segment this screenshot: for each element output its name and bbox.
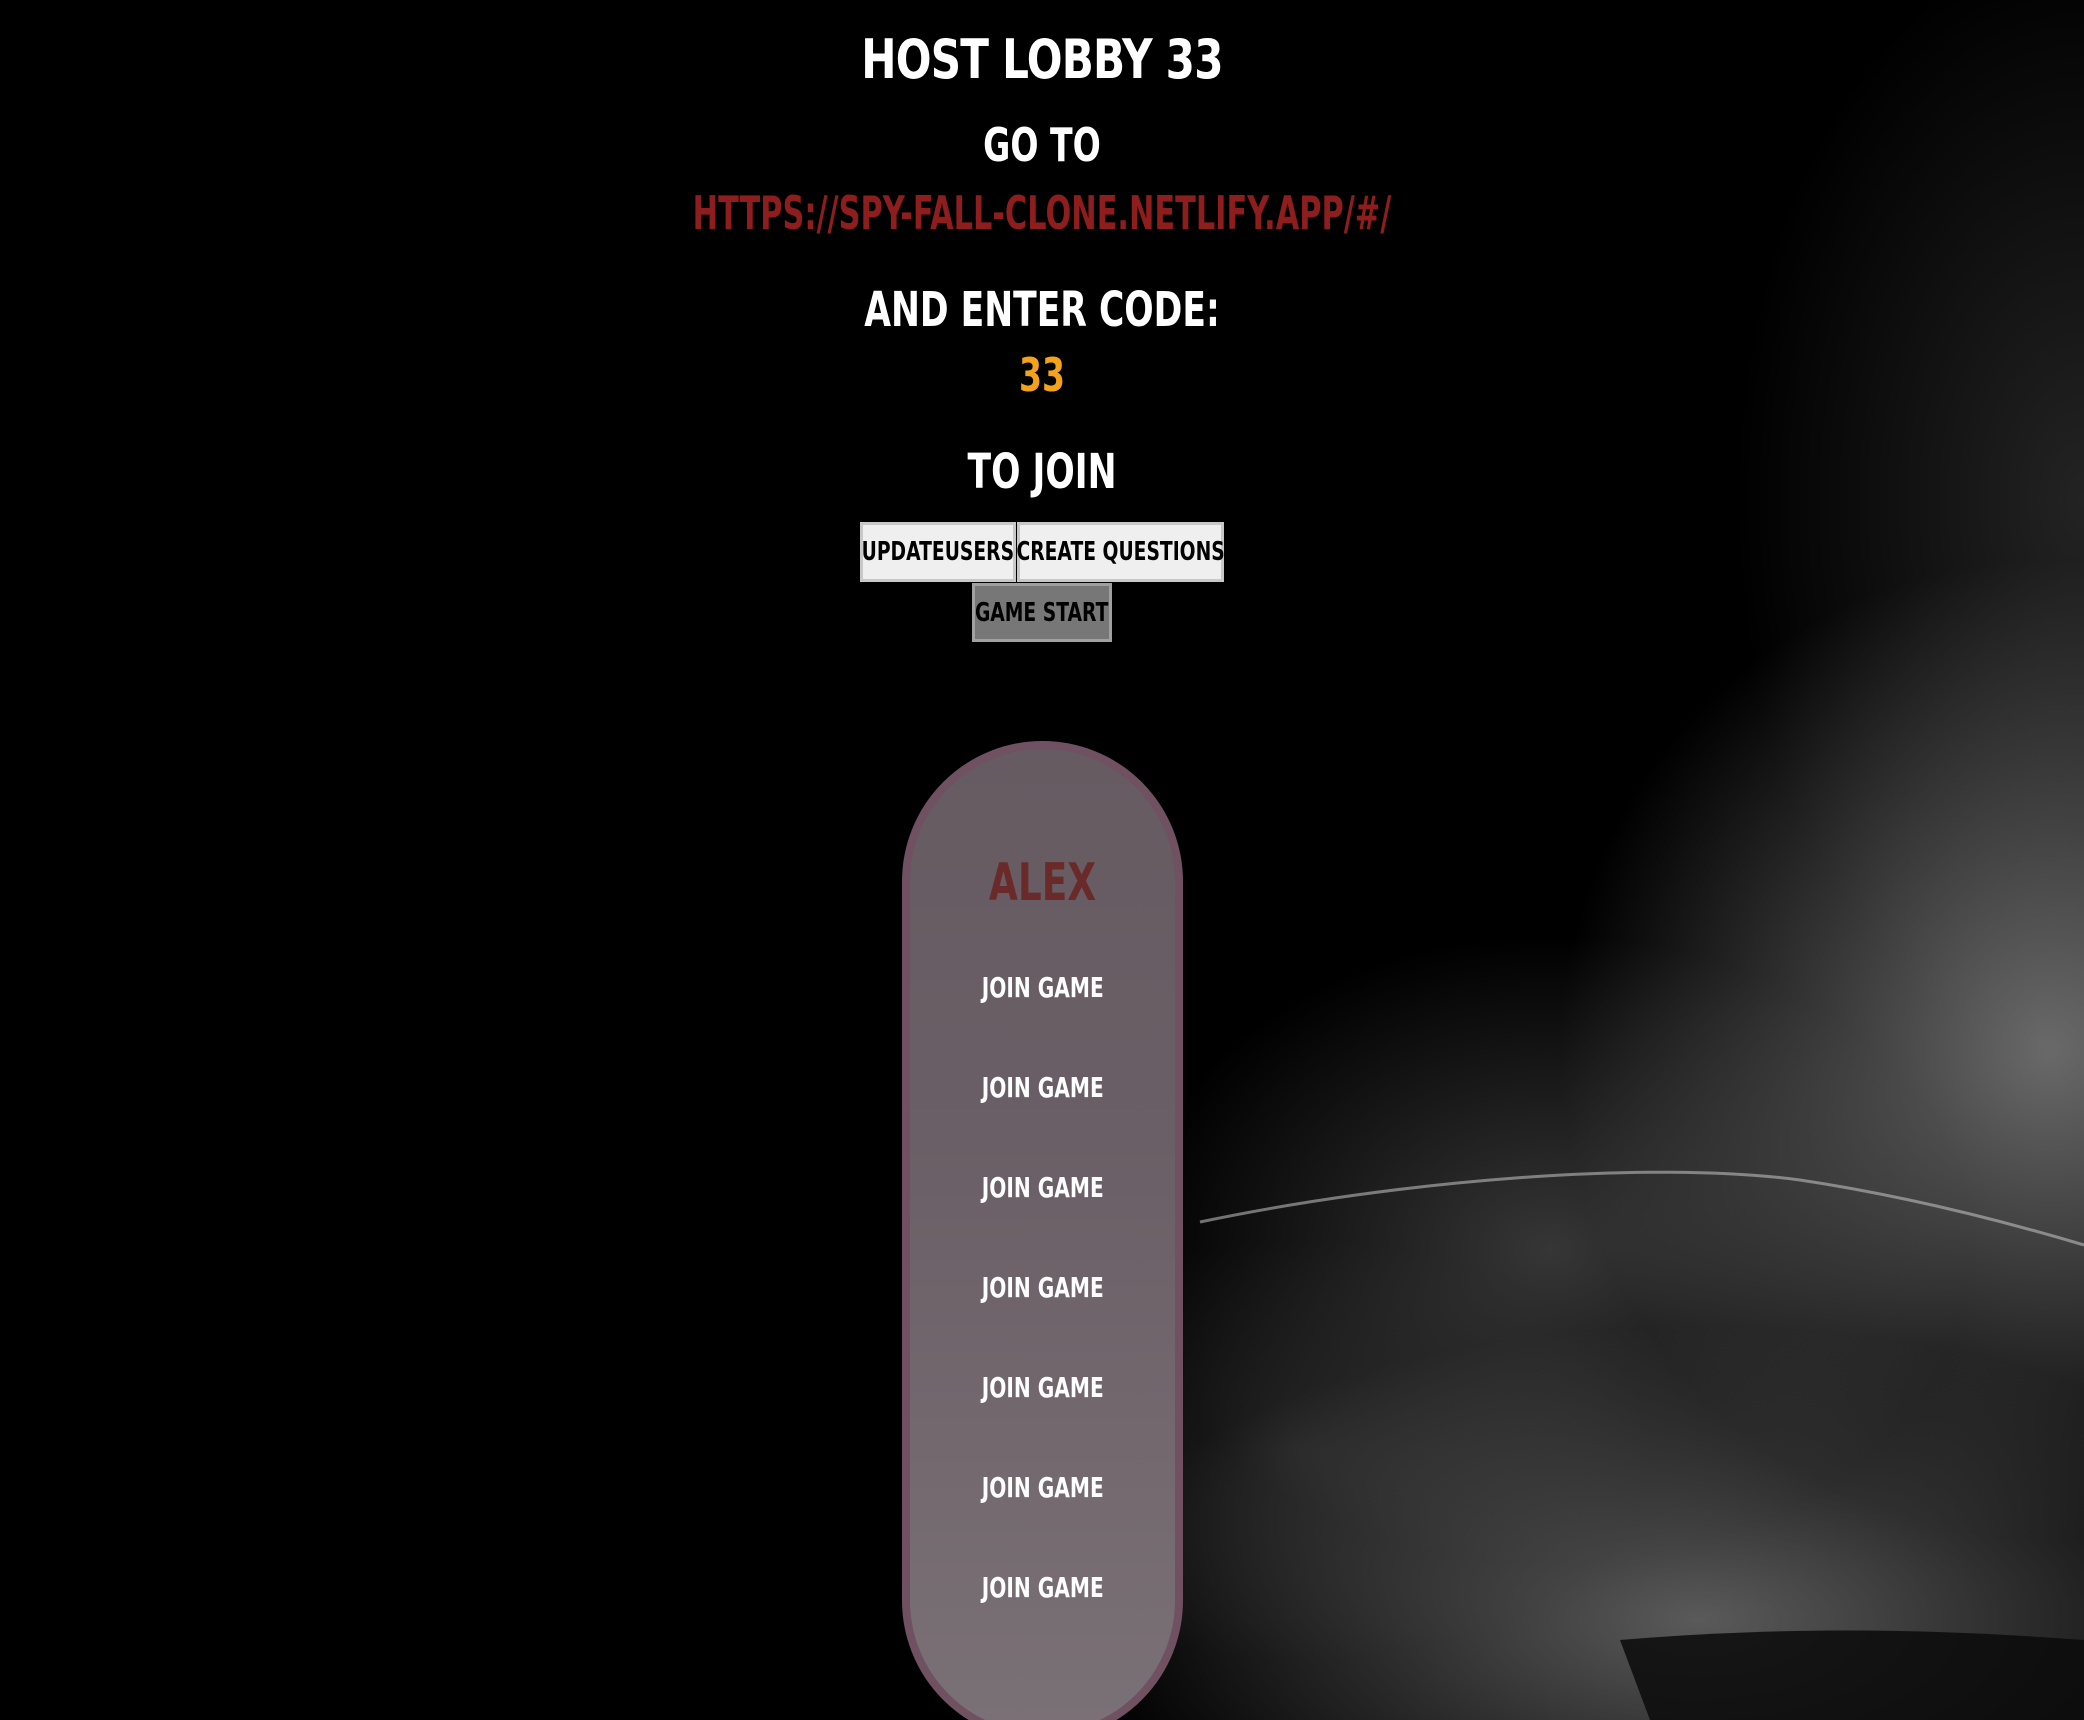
join-game-slot[interactable]: JOIN GAME	[910, 1571, 1175, 1604]
join-game-label: JOIN GAME	[981, 1171, 1104, 1204]
join-game-slot[interactable]: JOIN GAME	[910, 1171, 1175, 1204]
join-game-slot[interactable]: JOIN GAME	[910, 971, 1175, 1004]
create-questions-button[interactable]: CREATE QUESTIONS	[1016, 522, 1225, 582]
game-start-button-label: GAME START	[975, 597, 1109, 628]
player-name: ALEX	[988, 853, 1097, 913]
game-start-button[interactable]: GAME START	[972, 583, 1112, 642]
lobby-code: 33	[1018, 348, 1066, 402]
join-game-label: JOIN GAME	[981, 971, 1104, 1004]
to-join-label: TO JOIN	[967, 444, 1117, 500]
join-game-label: JOIN GAME	[981, 1571, 1104, 1604]
join-game-label: JOIN GAME	[981, 1071, 1104, 1104]
join-game-slot[interactable]: JOIN GAME	[910, 1271, 1175, 1304]
create-questions-button-label: CREATE QUESTIONS	[1016, 537, 1225, 567]
join-game-slot[interactable]: JOIN GAME	[910, 1071, 1175, 1104]
update-users-button-label: UPDATEUSERS	[861, 537, 1015, 567]
update-users-button[interactable]: UPDATEUSERS	[860, 522, 1016, 582]
join-game-slot[interactable]: JOIN GAME	[910, 1371, 1175, 1404]
page-title: HOST LOBBY 33	[861, 28, 1223, 91]
join-game-label: JOIN GAME	[981, 1271, 1104, 1304]
join-game-label: JOIN GAME	[981, 1471, 1104, 1504]
join-url-link[interactable]: HTTPS://SPY-FALL-CLONE.NETLIFY.APP/#/	[354, 186, 1729, 240]
enter-code-label: AND ENTER CODE:	[864, 282, 1220, 338]
player-list: ALEX JOIN GAME JOIN GAME JOIN GAME JOIN …	[902, 741, 1183, 1720]
join-game-slot[interactable]: JOIN GAME	[910, 1471, 1175, 1504]
go-to-label: GO TO	[983, 118, 1101, 172]
join-game-label: JOIN GAME	[981, 1371, 1104, 1404]
